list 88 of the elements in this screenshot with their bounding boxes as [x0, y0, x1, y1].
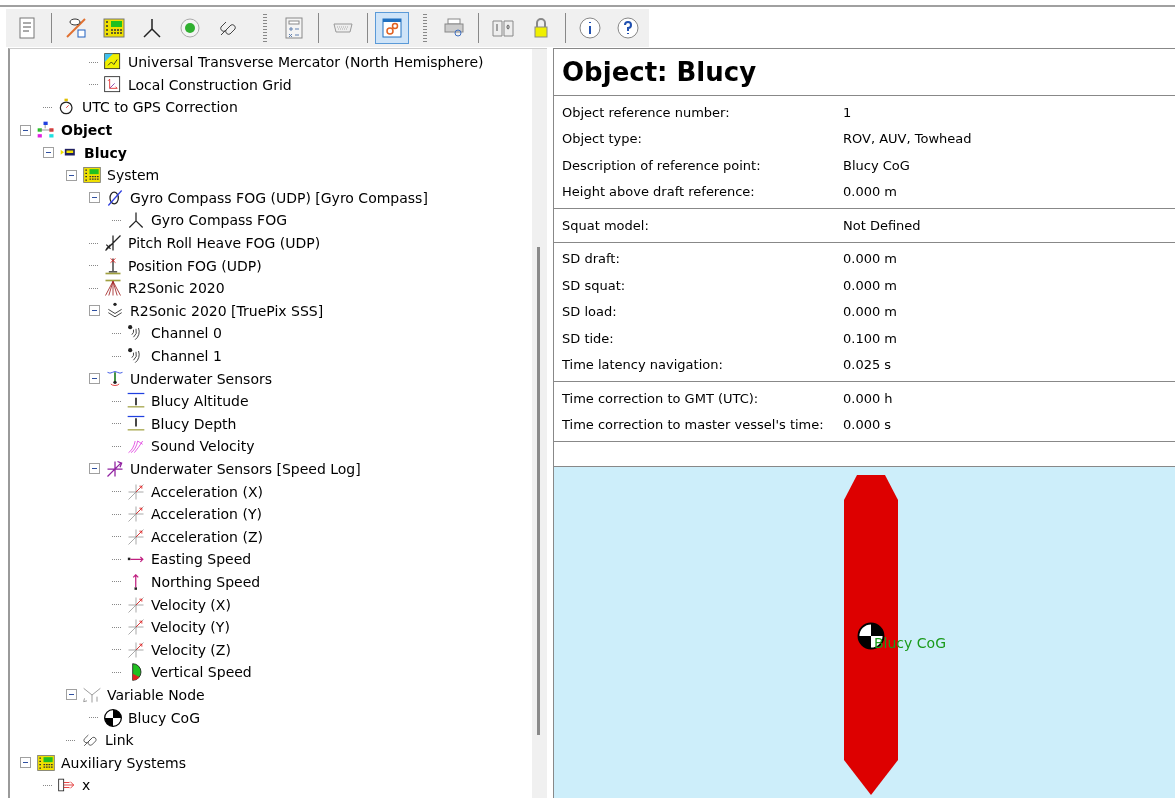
property-label: SD draft: — [561, 251, 621, 267]
tree-item[interactable]: Underwater Sensors [Speed Log] — [130, 461, 361, 477]
tree-item[interactable]: Gyro Compass FOG — [151, 212, 287, 229]
collapse-toggle[interactable] — [89, 463, 100, 475]
axes-arrow-icon — [126, 526, 146, 547]
property-label: Description of reference point: — [561, 157, 762, 173]
property-label: SD load: — [561, 304, 618, 320]
axes-arrow-icon — [126, 617, 146, 638]
property-value: 0.000 m — [843, 184, 897, 200]
property-value: 0.000 m — [843, 304, 897, 320]
tree-item[interactable]: Velocity (Y) — [151, 619, 230, 636]
tree-item[interactable]: Gyro Compass FOG (UDP) [Gyro Compass] — [130, 189, 428, 206]
property-value: Blucy CoG — [843, 157, 910, 173]
property-value: 0.100 m — [843, 330, 897, 346]
tree-item[interactable]: Variable Node — [107, 686, 205, 703]
axes-arrow-icon — [105, 459, 125, 479]
tree-item[interactable]: Acceleration (X) — [151, 483, 263, 500]
tree-item[interactable]: Blucy CoG — [128, 709, 200, 726]
collapse-toggle[interactable] — [66, 169, 77, 181]
grid-axes-icon — [103, 74, 123, 95]
tree-item[interactable]: UTC to GPS Correction — [82, 99, 238, 116]
property-label: Time correction to master vessel's time: — [561, 417, 825, 433]
tree-item[interactable]: Channel 1 — [151, 348, 222, 364]
tree-item[interactable]: Acceleration (Z) — [151, 528, 263, 545]
tree-item[interactable]: Northing Speed — [151, 573, 261, 590]
tree-item[interactable]: Universal Transverse Mercator (North Hemisphere) — [128, 54, 484, 71]
tree-item[interactable]: Velocity (X) — [151, 596, 231, 613]
property-value: 0.025 s — [843, 357, 892, 373]
property-label: Object reference number: — [561, 104, 731, 120]
tree-item[interactable]: Link — [105, 732, 134, 749]
panel-icon — [36, 752, 56, 773]
collapse-toggle[interactable] — [20, 757, 31, 769]
tree-item[interactable]: Object — [61, 122, 113, 139]
property-label: SD tide: — [561, 330, 615, 346]
beam-fan-icon — [103, 278, 123, 299]
tree-item[interactable]: Auxiliary Systems — [61, 754, 186, 771]
gyro-icon — [105, 187, 125, 208]
collapse-toggle[interactable] — [43, 147, 54, 159]
property-value: 0.000 m — [843, 251, 897, 267]
property-value: 1 — [843, 104, 852, 120]
axes-arrow-icon — [126, 504, 146, 525]
axes-icon — [126, 210, 146, 231]
tree-item[interactable]: Blucy Depth — [151, 415, 237, 432]
up-arrow-icon — [132, 573, 140, 591]
tree-item[interactable]: Channel 0 — [151, 325, 222, 342]
axes-arrow-icon — [126, 639, 146, 660]
tree-item[interactable]: Velocity (Z) — [151, 641, 231, 658]
tree-item[interactable]: Pitch Roll Heave FOG (UDP) — [128, 235, 321, 252]
property-value: ROV, AUV, Towhead — [843, 131, 972, 147]
tree-item[interactable]: R2Sonic 2020 — [128, 280, 225, 297]
scrollbar[interactable] — [532, 49, 547, 798]
property-label: Time correction to GMT (UTC): — [561, 390, 760, 406]
property-label: Object type: — [561, 131, 643, 147]
property-value: Not Defined — [843, 217, 921, 233]
axes-arrow-icon — [126, 481, 146, 502]
tree-item[interactable]: Easting Speed — [151, 551, 252, 568]
collapse-toggle[interactable] — [89, 192, 100, 204]
property-label: Time latency navigation: — [561, 357, 724, 373]
property-label: SD squat: — [561, 277, 627, 293]
panel-title: Object: Blucy — [554, 49, 1175, 96]
tree-item[interactable]: Vertical Speed — [151, 664, 252, 681]
tree-item[interactable]: Underwater Sensors — [130, 370, 272, 387]
sensor-icon — [105, 368, 125, 389]
antenna-icon — [103, 255, 123, 276]
tree-item[interactable]: Local Construction Grid — [128, 76, 292, 93]
axes-arrow-icon — [126, 594, 146, 615]
collapse-toggle[interactable] — [66, 689, 77, 701]
collapse-toggle[interactable] — [89, 305, 100, 317]
tree-item[interactable]: Acceleration (Y) — [151, 506, 262, 523]
tree-item[interactable]: Blucy Altitude — [151, 393, 249, 410]
tree-item[interactable]: R2Sonic 2020 [TruePix SSS] — [130, 302, 324, 319]
tree-item[interactable]: Position FOG (UDP) — [128, 257, 262, 274]
collapse-toggle[interactable] — [20, 124, 31, 136]
axes-icon — [103, 233, 123, 254]
property-value: 0.000 h — [843, 390, 893, 406]
tree-item[interactable]: x — [82, 777, 91, 794]
tree-item[interactable]: System — [107, 167, 160, 184]
property-label: Squat model: — [561, 217, 650, 233]
right-arrow-icon — [127, 556, 145, 563]
panel-icon — [82, 165, 102, 186]
property-value: 0.000 m — [843, 277, 897, 293]
property-label: Height above draft reference: — [561, 184, 756, 200]
tree-item[interactable]: Blucy — [84, 144, 127, 161]
collapse-toggle[interactable] — [89, 373, 100, 385]
cog-marker-icon — [103, 707, 123, 728]
tree-item[interactable]: Sound Velocity — [151, 438, 255, 455]
hierarchy-icon — [36, 120, 56, 141]
property-value: 0.000 s — [843, 417, 892, 433]
